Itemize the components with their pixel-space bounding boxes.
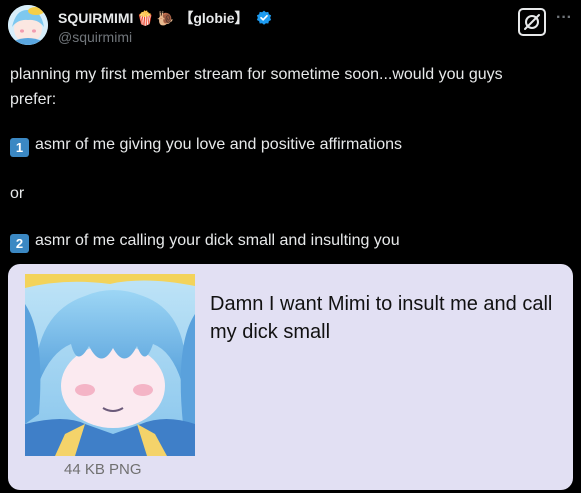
more-options-button[interactable]: ··· bbox=[556, 10, 574, 30]
tweet-header: SQUIRMIMI 🍿 🐌 【globie】 @squirmimi ··· bbox=[0, 0, 581, 56]
tweet-option-1-text: asmr of me giving you love and positive … bbox=[35, 136, 402, 153]
keycap-two-icon: 2 bbox=[10, 234, 29, 253]
tweet-line-1: planning my first member stream for some… bbox=[10, 66, 503, 83]
attachment-card[interactable]: 44 KB PNG Damn I want Mimi to insult me … bbox=[8, 264, 573, 490]
attachment-image[interactable] bbox=[25, 274, 195, 456]
tweet-option-1: 1 asmr of me giving you love and positive… bbox=[10, 134, 402, 157]
tweet-line-2: prefer: bbox=[10, 91, 57, 108]
tweet-option-2: 2 asmr of me calling your dick small and … bbox=[10, 230, 400, 253]
verified-badge-icon[interactable] bbox=[256, 10, 272, 26]
display-name-tag: 【globie】 bbox=[179, 10, 249, 26]
snail-emoji-icon: 🐌 bbox=[156, 10, 175, 26]
grok-icon bbox=[524, 14, 540, 30]
tweet-option-2-text: asmr of me calling your dick small and i… bbox=[35, 232, 400, 249]
attachment-text: Damn I want Mimi to insult me and call m… bbox=[210, 293, 553, 343]
avatar[interactable] bbox=[8, 5, 48, 45]
anime-character-image bbox=[25, 274, 195, 456]
tweet-or: or bbox=[10, 185, 25, 202]
author-display-name[interactable]: SQUIRMIMI 🍿 🐌 【globie】 bbox=[58, 8, 272, 28]
keycap-one-icon: 1 bbox=[10, 138, 29, 157]
display-name-text: SQUIRMIMI bbox=[58, 10, 134, 26]
author-handle[interactable]: @squirmimi bbox=[58, 29, 132, 45]
avatar-image bbox=[8, 5, 48, 45]
popcorn-emoji-icon: 🍿 bbox=[136, 10, 154, 26]
grok-button[interactable] bbox=[518, 8, 546, 36]
attachment-caption: 44 KB PNG bbox=[64, 461, 142, 478]
